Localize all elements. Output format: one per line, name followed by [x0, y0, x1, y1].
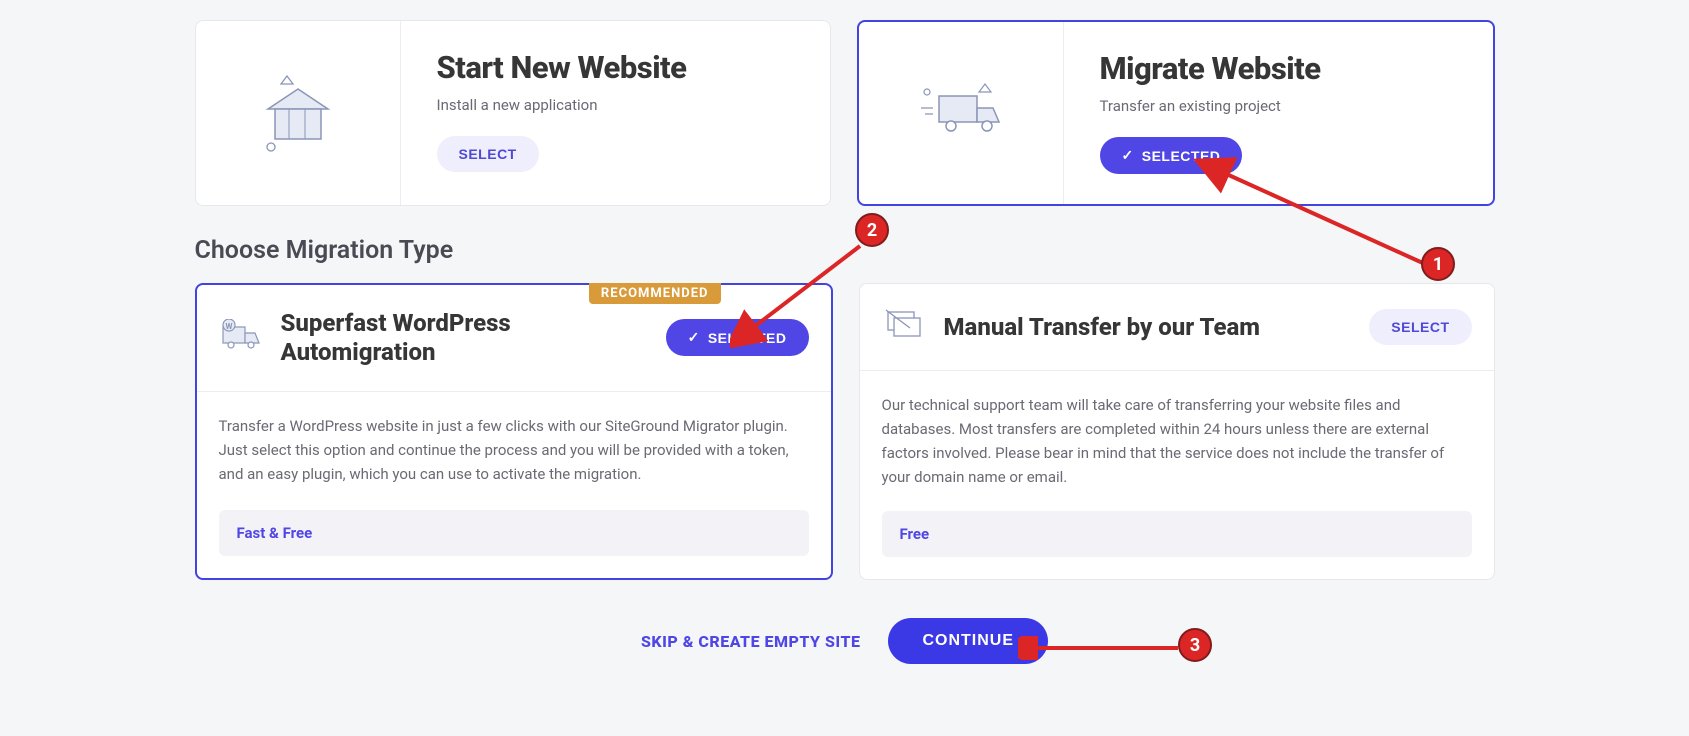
select-button[interactable]: SELECT	[1369, 309, 1471, 345]
house-icon	[196, 21, 401, 205]
annotation-arrow-2	[730, 230, 890, 350]
annotation-arrow-1	[1080, 152, 1440, 282]
price-badge: Free	[882, 511, 1472, 557]
option-manual-transfer[interactable]: Manual Transfer by our Team SELECT Our t…	[859, 283, 1495, 580]
card-title: Start New Website	[437, 49, 794, 86]
migration-title: Manual Transfer by our Team	[944, 313, 1352, 342]
card-title: Migrate Website	[1100, 50, 1457, 87]
skip-link[interactable]: SKIP & CREATE EMPTY SITE	[641, 632, 860, 651]
card-subtitle: Transfer an existing project	[1100, 97, 1457, 115]
migration-description: Transfer a WordPress website in just a f…	[197, 392, 831, 498]
migration-description: Our technical support team will take car…	[860, 371, 1494, 499]
svg-text:W: W	[225, 322, 232, 331]
annotation-marker-3: 3	[1178, 628, 1212, 662]
truck-icon	[859, 22, 1064, 204]
check-icon	[688, 329, 700, 346]
migration-title: Superfast WordPress Automigration	[281, 309, 648, 367]
recommended-badge: RECOMMENDED	[589, 283, 721, 304]
wp-truck-icon: W	[219, 319, 263, 357]
annotation-marker-1: 1	[1421, 247, 1455, 281]
annotation-arrow-3	[1018, 636, 1188, 660]
option-new-website[interactable]: Start New Website Install a new applicat…	[195, 20, 831, 206]
select-button[interactable]: SELECT	[437, 136, 539, 172]
card-subtitle: Install a new application	[437, 96, 794, 114]
annotation-marker-2: 2	[855, 213, 889, 247]
price-badge: Fast & Free	[219, 510, 809, 556]
